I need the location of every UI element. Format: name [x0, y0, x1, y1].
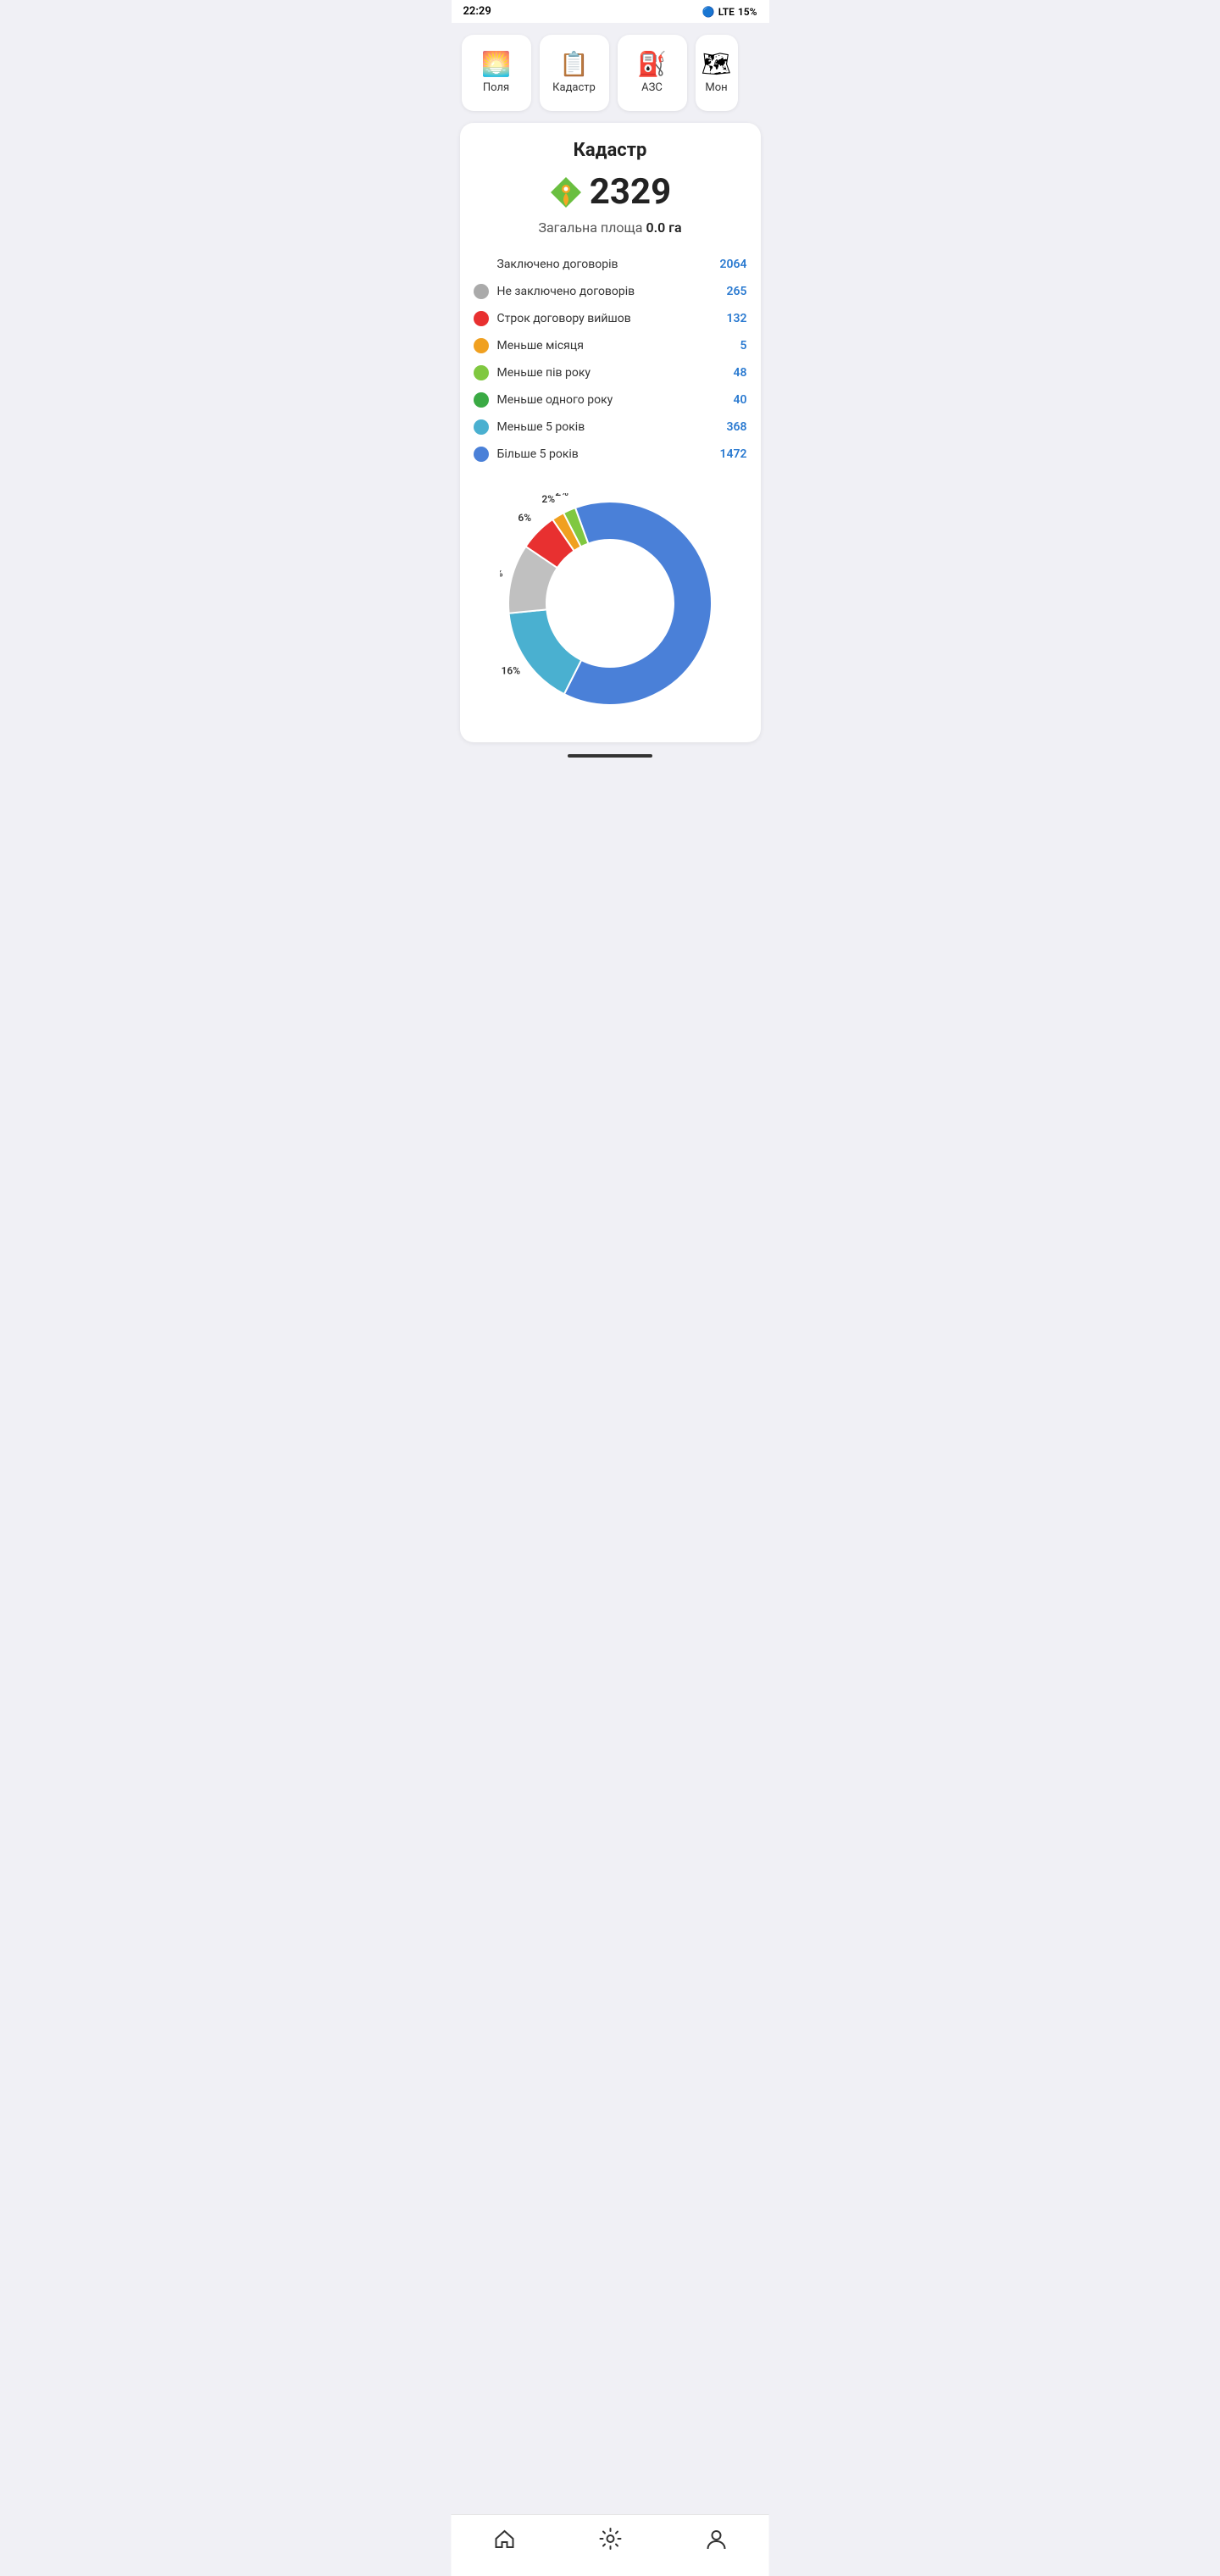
stat-row-more-5years: Більше 5 років 1472 [474, 441, 747, 468]
svg-text:16%: 16% [502, 664, 521, 676]
stat-label-less-5years: Меньше 5 років [497, 420, 718, 434]
stat-row-less-month: Меньше місяця 5 [474, 332, 747, 359]
stat-dot-empty [474, 257, 489, 272]
nav-profile[interactable] [687, 2523, 745, 2559]
bottom-nav [452, 2514, 769, 2576]
status-indicators: 🔵 LTE 15% [702, 6, 757, 18]
stat-value-expired[interactable]: 132 [727, 312, 747, 325]
gas-icon: ⛽ [637, 53, 667, 76]
mon-label: Мон [705, 81, 727, 94]
stat-row-expired: Строк договору вийшов 132 [474, 305, 747, 332]
stat-label-less-year: Меньше одного року [497, 393, 725, 407]
nav-tiles: 🌅 Поля 📋 Кадастр ⛽ АЗС 🗺 Мон [452, 23, 769, 123]
chart-container: 63%16%11%6%2%2% [474, 485, 747, 722]
stat-label-expired: Строк договору вийшов [497, 312, 718, 325]
stat-label-less-month: Меньше місяця [497, 339, 732, 353]
nav-tile-fields[interactable]: 🌅 Поля [462, 35, 531, 111]
stat-value-not-contracted[interactable]: 265 [727, 285, 747, 298]
stat-dot-less-5years [474, 419, 489, 435]
status-time: 22:29 [463, 5, 491, 18]
svg-text:6%: 6% [518, 512, 531, 524]
profile-icon [704, 2527, 728, 2556]
fields-label: Поля [483, 81, 509, 94]
gas-label: АЗС [641, 81, 663, 94]
stat-row-not-contracted: Не заключено договорів 265 [474, 278, 747, 305]
cadastre-label: Кадастр [552, 81, 596, 94]
nav-tile-gas[interactable]: ⛽ АЗС [618, 35, 687, 111]
stat-dot-expired [474, 311, 489, 326]
card-title: Кадастр [474, 140, 747, 161]
stat-value-less-halfyear[interactable]: 48 [734, 366, 747, 380]
home-icon [492, 2527, 516, 2556]
stat-value-less-5years[interactable]: 368 [727, 420, 747, 434]
stat-row-contracted: Заключено договорів 2064 [474, 251, 747, 278]
stat-dot-less-halfyear [474, 365, 489, 380]
total-area: Загальна площа 0.0 га [474, 219, 747, 236]
stat-label-more-5years: Більше 5 років [497, 447, 712, 461]
total-area-value: 0.0 га [646, 219, 681, 236]
svg-text:11%: 11% [500, 567, 503, 579]
stat-label-contracted: Заключено договорів [497, 258, 712, 271]
settings-icon [598, 2527, 622, 2556]
hero-count-number: 2329 [590, 171, 671, 213]
stat-label-less-halfyear: Меньше пів року [497, 366, 725, 380]
stat-dot-more-5years [474, 447, 489, 462]
stat-dot-not-contracted [474, 284, 489, 299]
nav-tile-mon[interactable]: 🗺 Мон [696, 35, 738, 111]
stat-dot-less-month [474, 338, 489, 353]
status-bar: 22:29 🔵 LTE 15% [452, 0, 769, 23]
stat-value-contracted[interactable]: 2064 [720, 258, 747, 271]
stat-row-less-halfyear: Меньше пів року 48 [474, 359, 747, 386]
stat-label-not-contracted: Не заключено договорів [497, 285, 718, 298]
mon-icon: 🗺 [702, 53, 732, 76]
svg-text:2%: 2% [555, 493, 568, 498]
nav-tile-cadastre[interactable]: 📋 Кадастр [540, 35, 609, 111]
nav-settings[interactable] [581, 2523, 639, 2559]
cadastre-icon: 📋 [559, 53, 589, 76]
donut-chart: 63%16%11%6%2%2% [500, 493, 720, 713]
stat-value-more-5years[interactable]: 1472 [720, 447, 747, 461]
stat-value-less-year[interactable]: 40 [734, 393, 747, 407]
stat-row-less-5years: Меньше 5 років 368 [474, 414, 747, 441]
hero-count: 2329 [474, 171, 747, 213]
stat-dot-less-year [474, 392, 489, 408]
svg-text:2%: 2% [541, 493, 555, 505]
nav-home[interactable] [475, 2523, 533, 2559]
map-pin-icon [549, 175, 583, 209]
main-card: Кадастр 2329 Загальна площа 0.0 га Заклю… [460, 123, 761, 742]
stats-list: Заключено договорів 2064 Не заключено до… [474, 251, 747, 468]
stat-row-less-year: Меньше одного року 40 [474, 386, 747, 414]
stat-value-less-month[interactable]: 5 [740, 339, 747, 353]
fields-icon: 🌅 [481, 53, 511, 76]
